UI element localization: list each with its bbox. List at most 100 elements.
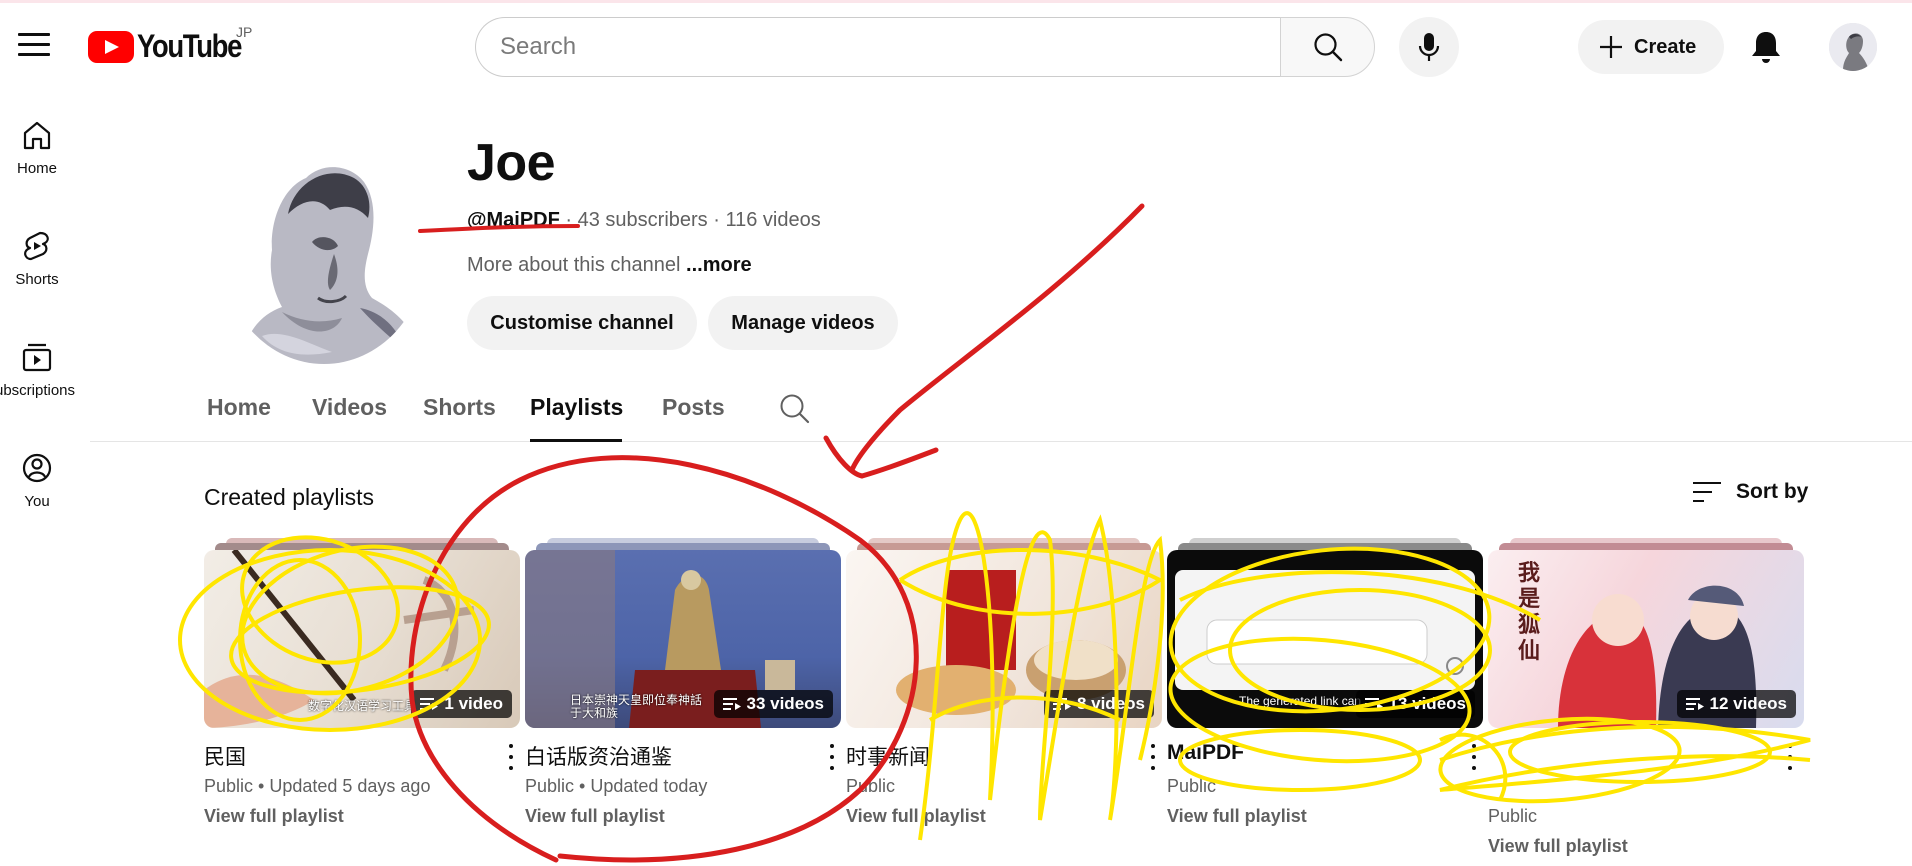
video-count-badge: 33 videos	[713, 690, 833, 718]
search-icon	[1313, 33, 1342, 62]
search-input[interactable]	[500, 33, 1281, 61]
playlist-thumbnail[interactable]: 8 videos	[846, 550, 1162, 728]
stack-edge	[1499, 543, 1793, 550]
playlist-thumbnail[interactable]: 日本崇神天皇即位奉神話于大和族 33 videos	[525, 550, 841, 728]
bell-icon	[1752, 32, 1780, 63]
playlist-icon	[722, 698, 741, 710]
playlist-title[interactable]: 民国	[204, 741, 494, 771]
sidebar-item-you[interactable]: You	[0, 433, 74, 525]
sort-icon	[1693, 482, 1721, 502]
shorts-icon	[24, 231, 49, 261]
sidebar-item-subscriptions[interactable]: Subscriptions	[0, 322, 76, 414]
more-actions-icon[interactable]	[828, 744, 836, 770]
tab-videos[interactable]: Videos	[312, 394, 387, 421]
sidebar-item-home[interactable]: Home	[0, 100, 74, 192]
playlist-icon	[1052, 698, 1071, 710]
video-count: 116 videos	[725, 209, 821, 231]
home-icon	[23, 121, 51, 150]
stack-edge	[215, 543, 509, 550]
menu-icon[interactable]	[18, 33, 50, 61]
playlist-title[interactable]: 白话版资治通鉴	[525, 741, 815, 771]
create-button[interactable]: Create	[1578, 20, 1724, 74]
you-icon	[22, 453, 52, 483]
youtube-logo[interactable]: YouTube	[88, 28, 258, 65]
view-full-playlist-link[interactable]: View full playlist	[1167, 806, 1307, 827]
sidebar-item-label: Home	[16, 160, 57, 177]
thumbnail-caption: 数字化汉语学习工具	[308, 699, 417, 713]
more-link[interactable]: ...more	[686, 254, 752, 276]
stack-edge	[536, 543, 830, 550]
tab-playlists[interactable]: Playlists	[530, 394, 623, 421]
video-count-badge: 8 videos	[1043, 690, 1154, 718]
thumbnail-caption: The generated link can	[1239, 694, 1362, 708]
stack-edge	[1178, 543, 1472, 550]
playlist-icon	[1364, 698, 1383, 710]
channel-avatar[interactable]	[222, 122, 427, 364]
count-label: 33 videos	[746, 694, 825, 713]
subscriptions-icon	[22, 343, 52, 372]
account-avatar[interactable]	[1829, 23, 1877, 71]
playlist-thumbnail[interactable]: The generated link can 13 videos	[1167, 550, 1483, 728]
playlist-thumbnail[interactable]: 数字化汉语学习工具 1 video	[204, 550, 520, 728]
section-title: Created playlists	[204, 484, 375, 510]
playlist-status: Public	[846, 776, 896, 796]
playlist-icon	[1685, 698, 1704, 710]
more-actions-icon[interactable]	[1149, 744, 1157, 770]
thumbnail-caption: 日本崇神天皇即位奉神話于大和族	[570, 693, 703, 720]
notifications-button[interactable]	[1749, 29, 1783, 65]
channel-tabs: Home Videos Shorts Playlists Posts	[90, 384, 1912, 442]
video-count-badge: 1 video	[411, 690, 512, 718]
logo-text: YouTube	[137, 28, 242, 64]
count-label: 13 videos	[1388, 694, 1467, 713]
video-count-badge: 13 videos	[1355, 690, 1475, 718]
playlist-icon	[420, 698, 439, 710]
meta-separator: ·	[707, 209, 726, 231]
voice-search-button[interactable]	[1399, 17, 1459, 77]
tab-shorts[interactable]: Shorts	[423, 394, 496, 421]
more-actions-icon[interactable]	[1470, 744, 1478, 770]
david-bust-image	[222, 140, 426, 364]
youtube-play-icon	[88, 30, 134, 63]
search-box	[475, 17, 1281, 77]
playlist-status: Public	[1488, 806, 1538, 826]
sort-label: Sort by	[1736, 480, 1809, 503]
playlist-title[interactable]: MaiPDF	[1167, 741, 1457, 765]
view-full-playlist-link[interactable]: View full playlist	[204, 806, 344, 827]
channel-handle[interactable]: @MaiPDF	[467, 209, 560, 231]
channel-description[interactable]: More about this channel ...more	[467, 254, 752, 277]
subscriber-count: 43 subscribers	[577, 209, 708, 231]
more-actions-icon[interactable]	[1786, 744, 1794, 770]
tab-posts[interactable]: Posts	[662, 394, 725, 421]
playlist-status: Public • Updated 5 days ago	[204, 776, 431, 796]
customise-channel-button[interactable]: Customise channel	[467, 296, 697, 350]
sort-by-button[interactable]: Sort by	[1692, 480, 1808, 504]
david-bust-image	[1829, 23, 1877, 71]
more-actions-icon[interactable]	[507, 744, 515, 770]
channel-meta: @MaiPDF · 43 subscribers · 116 videos	[467, 209, 821, 232]
channel-name: Joe	[467, 134, 556, 192]
stack-edge	[857, 543, 1151, 550]
playlist-title[interactable]: 时事新闻	[846, 741, 1136, 771]
view-full-playlist-link[interactable]: View full playlist	[1488, 836, 1628, 857]
plus-icon	[1600, 36, 1622, 58]
tab-home[interactable]: Home	[207, 394, 271, 421]
about-text: More about this channel	[467, 254, 687, 276]
sidebar-item-label: You	[24, 493, 50, 510]
active-tab-indicator	[530, 439, 622, 442]
channel-search-button[interactable]	[778, 392, 812, 426]
playlist-thumbnail[interactable]: 我是狐仙 12 videos	[1488, 550, 1804, 728]
view-full-playlist-link[interactable]: View full playlist	[525, 806, 665, 827]
sidebar-item-label: Subscriptions	[0, 382, 76, 399]
thumbnail-caption: 我是狐仙	[1518, 560, 1541, 663]
search-button[interactable]	[1280, 17, 1375, 77]
manage-videos-button[interactable]: Manage videos	[708, 296, 898, 350]
view-full-playlist-link[interactable]: View full playlist	[846, 806, 986, 827]
playlist-status: Public	[1167, 776, 1217, 796]
sidebar-item-shorts[interactable]: Shorts	[0, 211, 74, 303]
count-label: 12 videos	[1709, 694, 1788, 713]
microphone-icon	[1418, 33, 1440, 61]
count-label: 8 videos	[1076, 694, 1145, 713]
search-icon	[780, 394, 810, 424]
region-code: JP	[236, 24, 253, 40]
sidebar-item-label: Shorts	[15, 271, 59, 288]
